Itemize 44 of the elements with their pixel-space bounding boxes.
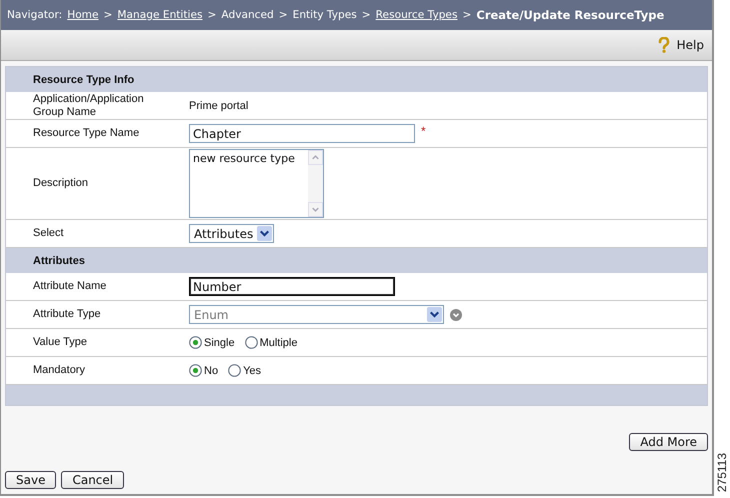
breadcrumb-separator: > <box>462 9 472 21</box>
field-label: Mandatory <box>32 364 86 377</box>
text-area[interactable]: new resource type <box>189 149 324 218</box>
section-title: Attributes <box>33 254 85 266</box>
breadcrumb-link[interactable]: Resource Types <box>376 9 458 21</box>
figure-number: 275113 <box>715 452 729 492</box>
field-label: Description <box>32 177 90 190</box>
chevron-down-icon <box>427 307 442 322</box>
breadcrumb-link[interactable]: Manage Entities <box>117 9 203 21</box>
field-label: Select <box>32 227 65 240</box>
field-label: Attribute Name <box>32 280 108 293</box>
form-button[interactable]: Save <box>5 471 56 489</box>
breadcrumb-separator: > <box>278 9 288 21</box>
radio-option[interactable]: No <box>189 364 218 377</box>
chevron-down-icon <box>257 226 272 241</box>
scrollbar[interactable] <box>308 150 323 217</box>
dropdown[interactable]: Attributes <box>189 224 274 243</box>
chevron-down-icon[interactable] <box>308 202 323 217</box>
breadcrumb-item: Advanced <box>221 9 274 21</box>
breadcrumb-separator: > <box>362 9 371 21</box>
text-field[interactable]: Number <box>189 277 395 296</box>
radio-option[interactable]: Yes <box>228 364 262 377</box>
section-title: Resource Type Info <box>33 74 134 86</box>
breadcrumb-item: Entity Types <box>292 9 357 21</box>
field-label: Value Type <box>32 336 88 349</box>
field-value: Prime portal <box>189 100 248 112</box>
radio-option[interactable]: Single <box>189 336 235 349</box>
field-label: Attribute Type <box>32 308 102 321</box>
expand-icon[interactable] <box>450 308 462 320</box>
field-label: Resource Type Name <box>32 127 140 140</box>
breadcrumb-separator: > <box>208 9 216 21</box>
page-title: Create/Update ResourceType <box>476 8 664 22</box>
breadcrumb-separator: > <box>104 9 112 21</box>
form-button[interactable]: Cancel <box>61 471 124 489</box>
required-mark: * <box>421 124 426 138</box>
field-label: Application/Application Group Name <box>32 92 145 118</box>
chevron-up-icon[interactable] <box>308 150 323 165</box>
text-field[interactable]: Chapter <box>189 124 415 143</box>
question-mark-icon <box>656 37 671 53</box>
breadcrumb-link[interactable]: Home <box>67 9 99 21</box>
breadcrumb-prefix: Navigator: <box>7 9 62 21</box>
add-more-button[interactable]: Add More <box>629 433 708 451</box>
help-button[interactable]: Help <box>656 37 704 53</box>
radio-option[interactable]: Multiple <box>244 336 298 349</box>
